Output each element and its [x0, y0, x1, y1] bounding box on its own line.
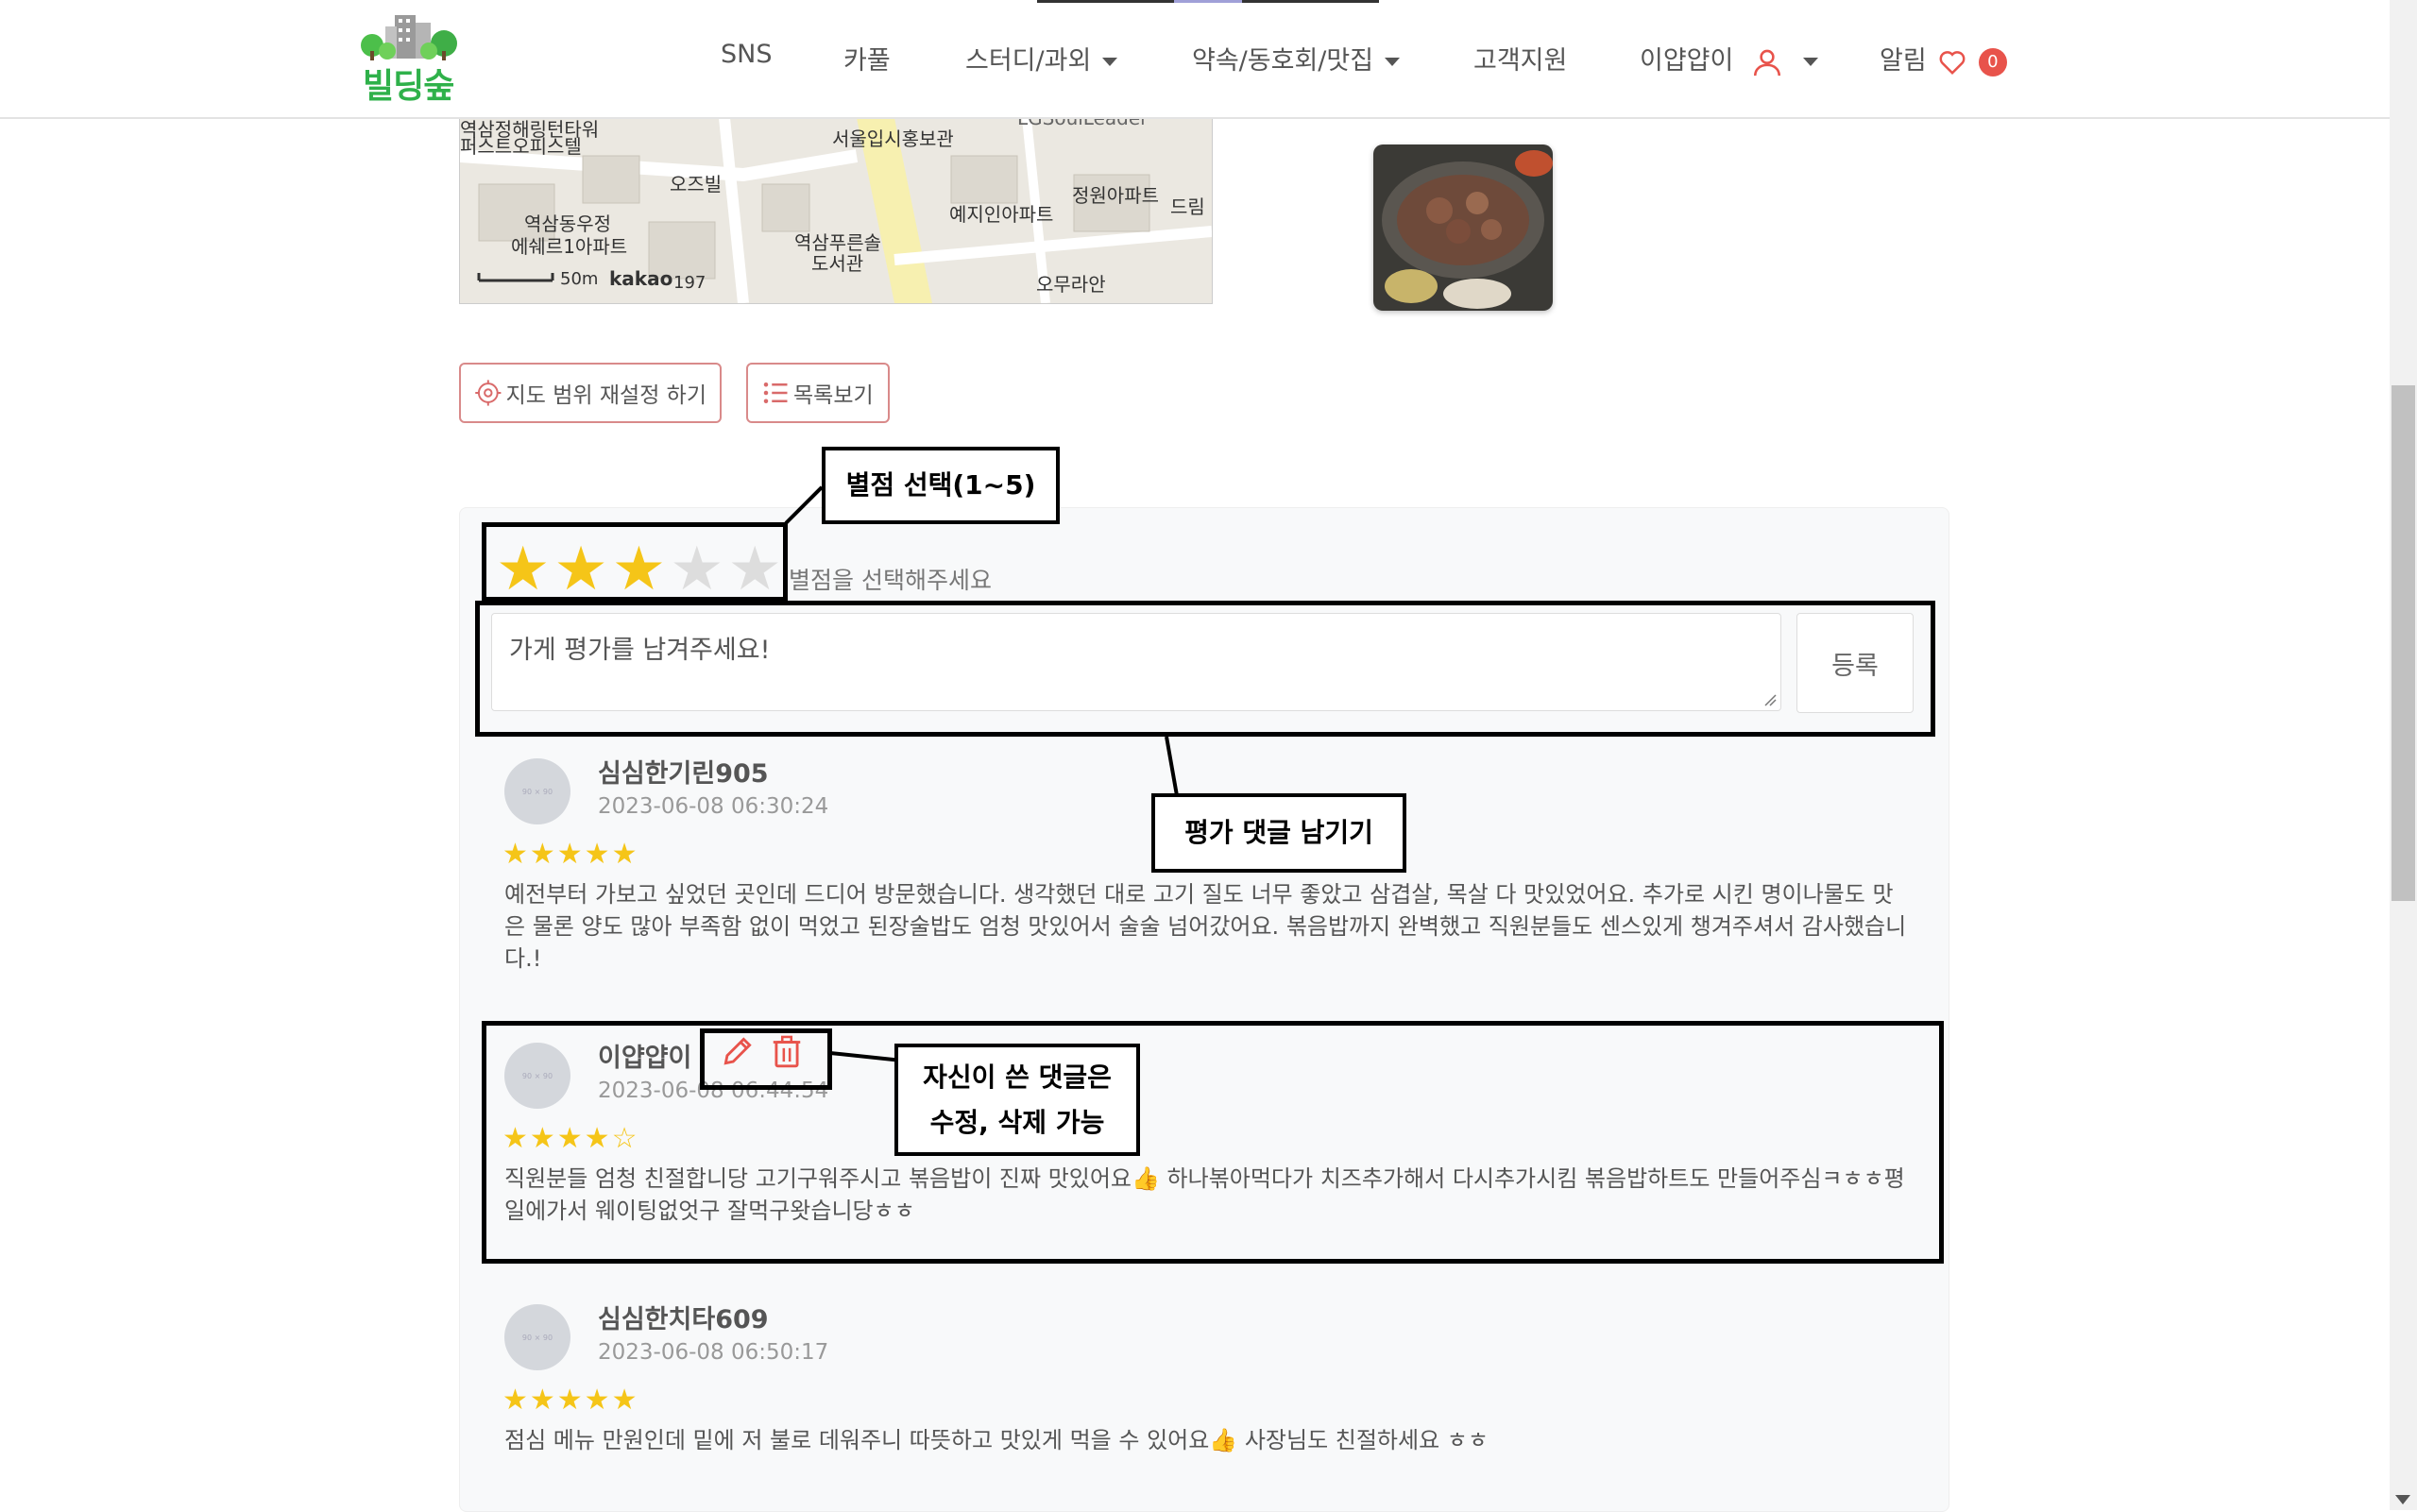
- list-view-button[interactable]: 목록보기: [746, 363, 890, 423]
- nav-meetup-label: 약속/동호회/맛집: [1192, 46, 1374, 76]
- top-navbar: 빌딩숲 SNS 카풀 스터디/과외 약속/동호회/맛집 고객지원 이얍얍이 알림…: [0, 0, 2390, 119]
- map-label: 도서관: [811, 252, 864, 275]
- heart-icon: [1939, 50, 1966, 75]
- annotation-leave-review: 평가 댓글 남기기: [1151, 793, 1406, 873]
- map-label: 오즈빌: [670, 173, 723, 195]
- logo-text[interactable]: 빌딩숲: [363, 59, 454, 108]
- nav-sns-label: SNS: [721, 40, 773, 69]
- target-icon: [475, 380, 502, 406]
- scroll-down-arrow-icon[interactable]: [2395, 1495, 2410, 1504]
- reset-map-range-label: 지도 범위 재설정 하기: [505, 383, 706, 408]
- comment-text: 예전부터 가보고 싶었던 곳인데 드디어 방문했습니다. 생각했던 대로 고기 …: [504, 881, 1907, 972]
- top-indicator-accent: [1174, 0, 1242, 3]
- chevron-down-icon: [1102, 58, 1118, 66]
- chevron-down-icon: [1385, 58, 1401, 66]
- avatar: 90 × 90: [504, 1304, 570, 1370]
- annotation-box-rating: [482, 522, 788, 602]
- map-label: 에쉐르1아파트: [511, 235, 628, 258]
- reset-map-range-button[interactable]: 지도 범위 재설정 하기: [459, 363, 722, 423]
- comment-date: 2023-06-08 06:30:24: [598, 794, 829, 819]
- page-scrollbar[interactable]: [2390, 0, 2417, 1510]
- rating-hint: 별점을 선택해주세요: [789, 567, 992, 594]
- annotation-box-edit-delete: [700, 1028, 832, 1090]
- nav-notifications-label: 알림: [1880, 46, 1927, 76]
- nav-meetup-dropdown[interactable]: 약속/동호회/맛집: [1192, 40, 1401, 76]
- annotation-own-comment-line2: 수정, 삭제 가능: [929, 1106, 1105, 1138]
- map-label: 퍼스트오피스텔: [460, 135, 582, 158]
- map-label: 서울입시홍보관: [832, 127, 954, 150]
- nav-user-dropdown[interactable]: 이얍얍이: [1640, 40, 1818, 78]
- nav-carpool[interactable]: 카풀: [843, 40, 891, 76]
- list-icon: [763, 382, 788, 403]
- chevron-down-icon: [1802, 58, 1818, 66]
- nav-user-label: 이얍얍이: [1640, 46, 1734, 76]
- nav-support[interactable]: 고객지원: [1473, 40, 1567, 76]
- map-label: 예지인아파트: [949, 203, 1054, 226]
- nav-notifications[interactable]: 알림 0: [1880, 40, 2007, 76]
- annotation-box-review-input: [475, 601, 1935, 737]
- nav-study-dropdown[interactable]: 스터디/과외: [965, 40, 1118, 76]
- nav-carpool-label: 카풀: [843, 46, 891, 76]
- map-label: 오무라안: [1036, 273, 1106, 296]
- annotation-rating-select: 별점 선택(1~5): [822, 447, 1060, 524]
- nav-support-label: 고객지원: [1473, 46, 1568, 76]
- comment-rating-stars: ★★★★★: [502, 1384, 639, 1417]
- kakao-map[interactable]: 역삼정해링턴타워 퍼스트오피스텔 서울입시홍보관 오즈빌 정원아파트 예지인아파…: [459, 117, 1213, 304]
- user-icon: [1753, 49, 1780, 76]
- notification-count-badge: 0: [1978, 47, 2007, 76]
- map-label: 197: [673, 273, 706, 293]
- annotation-own-comment-line1: 자신이 쓴 댓글은: [923, 1061, 1112, 1093]
- list-view-label: 목록보기: [793, 383, 874, 408]
- scrollbar-thumb[interactable]: [2391, 385, 2415, 901]
- annotation-own-comment: 자신이 쓴 댓글은 수정, 삭제 가능: [894, 1044, 1140, 1156]
- restaurant-photo[interactable]: [1373, 144, 1553, 311]
- comment-author: 심심한치타609: [598, 1305, 769, 1334]
- comment-rating-stars: ★★★★★: [502, 838, 639, 871]
- map-label: 정원아파트: [1072, 184, 1159, 207]
- nav-sns[interactable]: SNS: [721, 40, 772, 69]
- comment-author: 심심한기린905: [598, 759, 769, 789]
- map-label: 드림: [1170, 195, 1205, 218]
- nav-study-label: 스터디/과외: [965, 46, 1092, 76]
- avatar-placeholder-text: 90 × 90: [521, 787, 553, 796]
- map-scale: 50m: [560, 269, 599, 289]
- comment-text: 점심 메뉴 만원인데 밑에 저 불로 데워주니 따뜻하고 맛있게 먹을 수 있어…: [504, 1427, 1489, 1453]
- comment-date: 2023-06-08 06:50:17: [598, 1340, 829, 1365]
- kakao-logo: kakao: [609, 267, 673, 290]
- avatar-placeholder-text: 90 × 90: [521, 1333, 553, 1342]
- avatar: 90 × 90: [504, 758, 570, 824]
